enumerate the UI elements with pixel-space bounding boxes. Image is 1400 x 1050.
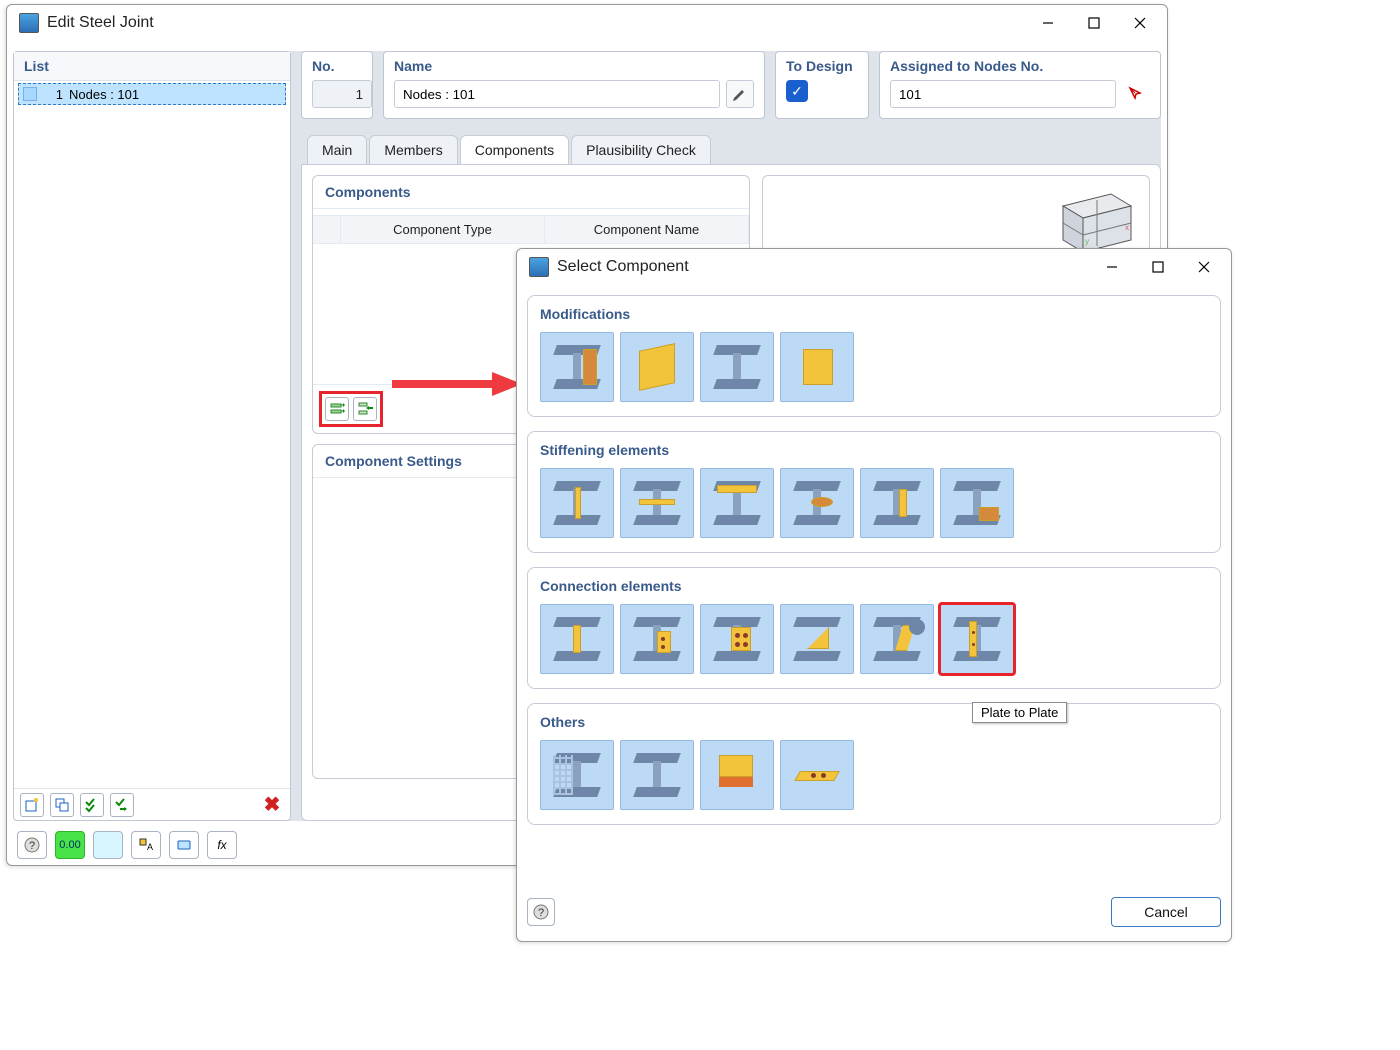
dialog-footer: ? Cancel bbox=[527, 893, 1221, 931]
svg-text:?: ? bbox=[29, 840, 35, 852]
fx-button[interactable]: fx bbox=[207, 831, 237, 859]
add-component-buttons-highlight bbox=[321, 393, 381, 425]
category-connection: Connection elements bbox=[527, 567, 1221, 689]
close-button[interactable] bbox=[1117, 7, 1163, 39]
col-component-name: Component Name bbox=[545, 216, 749, 243]
component-thumb[interactable] bbox=[940, 468, 1014, 538]
tab-components[interactable]: Components bbox=[460, 135, 569, 164]
category-title: Stiffening elements bbox=[540, 442, 1208, 458]
dialog-client: Modifications Stiffening elements Conn bbox=[527, 295, 1221, 887]
main-bottom-toolbar: ? 0.00 A fx bbox=[17, 831, 237, 859]
dialog-close-button[interactable] bbox=[1181, 251, 1227, 283]
component-thumb[interactable] bbox=[540, 604, 614, 674]
name-input[interactable] bbox=[394, 80, 720, 108]
list-toolbar: ✖ bbox=[14, 788, 290, 820]
new-item-button[interactable] bbox=[20, 793, 44, 817]
annotations-button[interactable]: A bbox=[131, 831, 161, 859]
no-field-box: No. bbox=[301, 51, 373, 119]
svg-text:A: A bbox=[147, 842, 153, 852]
dialog-help-button[interactable]: ? bbox=[527, 898, 555, 926]
tooltip-plate-to-plate: Plate to Plate bbox=[972, 702, 1067, 723]
component-thumb[interactable] bbox=[620, 332, 694, 402]
maximize-button[interactable] bbox=[1071, 7, 1117, 39]
list-item-label: Nodes : 101 bbox=[69, 87, 139, 102]
no-label: No. bbox=[312, 58, 362, 74]
component-thumb[interactable] bbox=[780, 740, 854, 810]
svg-text:y: y bbox=[1085, 237, 1089, 246]
copy-item-button[interactable] bbox=[50, 793, 74, 817]
orientation-cube-icon[interactable]: y x bbox=[1043, 186, 1139, 256]
component-thumb[interactable] bbox=[540, 468, 614, 538]
list-heading: List bbox=[14, 52, 290, 81]
tab-plausibility[interactable]: Plausibility Check bbox=[571, 135, 711, 164]
tab-main[interactable]: Main bbox=[307, 135, 367, 164]
component-thumb[interactable] bbox=[620, 740, 694, 810]
check-all-button[interactable] bbox=[80, 793, 104, 817]
insert-component-button[interactable] bbox=[353, 397, 377, 421]
component-thumb[interactable] bbox=[700, 468, 774, 538]
color-button[interactable] bbox=[93, 831, 123, 859]
list-panel: List 1 Nodes : 101 ✖ bbox=[13, 51, 291, 821]
category-title: Connection elements bbox=[540, 578, 1208, 594]
dialog-app-icon bbox=[529, 257, 549, 277]
edit-name-button[interactable] bbox=[726, 80, 754, 108]
component-thumb[interactable] bbox=[700, 604, 774, 674]
dialog-minimize-button[interactable] bbox=[1089, 251, 1135, 283]
dialog-titlebar[interactable]: Select Component bbox=[517, 249, 1231, 285]
units-button[interactable]: 0.00 bbox=[55, 831, 85, 859]
component-thumb[interactable] bbox=[780, 332, 854, 402]
component-thumb[interactable] bbox=[620, 468, 694, 538]
tabs: Main Members Components Plausibility Che… bbox=[301, 129, 1161, 164]
component-thumb[interactable] bbox=[620, 604, 694, 674]
svg-text:?: ? bbox=[538, 907, 544, 919]
check-transfer-button[interactable] bbox=[110, 793, 134, 817]
main-title: Edit Steel Joint bbox=[47, 14, 154, 32]
category-stiffening: Stiffening elements bbox=[527, 431, 1221, 553]
category-title: Others bbox=[540, 714, 1208, 730]
display-button[interactable] bbox=[169, 831, 199, 859]
select-component-dialog: Select Component Modifications Stiffenin… bbox=[516, 248, 1232, 942]
components-table-head: Component Type Component Name bbox=[313, 215, 749, 244]
component-thumb[interactable] bbox=[700, 740, 774, 810]
to-design-label: To Design bbox=[786, 58, 858, 74]
to-design-box: To Design ✓ bbox=[775, 51, 869, 119]
assigned-label: Assigned to Nodes No. bbox=[890, 58, 1150, 74]
cancel-button[interactable]: Cancel bbox=[1111, 897, 1221, 927]
minimize-button[interactable] bbox=[1025, 7, 1071, 39]
dialog-maximize-button[interactable] bbox=[1135, 251, 1181, 283]
name-label: Name bbox=[394, 58, 754, 74]
component-thumb[interactable] bbox=[780, 468, 854, 538]
component-thumb-plate-to-plate[interactable] bbox=[940, 604, 1014, 674]
main-titlebar[interactable]: Edit Steel Joint bbox=[7, 5, 1167, 41]
list-item-color-icon bbox=[23, 87, 37, 101]
tab-members[interactable]: Members bbox=[369, 135, 457, 164]
component-thumb[interactable] bbox=[540, 740, 614, 810]
to-design-checkbox[interactable]: ✓ bbox=[786, 80, 808, 102]
list-item[interactable]: 1 Nodes : 101 bbox=[18, 83, 286, 105]
app-icon bbox=[19, 13, 39, 33]
assigned-box: Assigned to Nodes No. bbox=[879, 51, 1161, 119]
category-title: Modifications bbox=[540, 306, 1208, 322]
svg-text:x: x bbox=[1125, 223, 1129, 232]
components-title: Components bbox=[313, 176, 749, 209]
category-others: Others bbox=[527, 703, 1221, 825]
assigned-input[interactable] bbox=[890, 80, 1116, 108]
list-item-index: 1 bbox=[43, 87, 63, 102]
component-thumb[interactable] bbox=[780, 604, 854, 674]
category-modifications: Modifications bbox=[527, 295, 1221, 417]
no-input[interactable] bbox=[312, 80, 372, 108]
delete-item-button[interactable]: ✖ bbox=[260, 792, 284, 817]
component-thumb[interactable] bbox=[540, 332, 614, 402]
name-field-box: Name bbox=[383, 51, 765, 119]
add-component-button[interactable] bbox=[325, 397, 349, 421]
component-thumb[interactable] bbox=[860, 468, 934, 538]
component-thumb[interactable] bbox=[700, 332, 774, 402]
pick-nodes-button[interactable] bbox=[1122, 80, 1150, 108]
list-body[interactable]: 1 Nodes : 101 bbox=[14, 81, 290, 788]
help-button[interactable]: ? bbox=[17, 831, 47, 859]
dialog-title: Select Component bbox=[557, 258, 689, 276]
col-component-type: Component Type bbox=[341, 216, 545, 243]
component-thumb[interactable] bbox=[860, 604, 934, 674]
